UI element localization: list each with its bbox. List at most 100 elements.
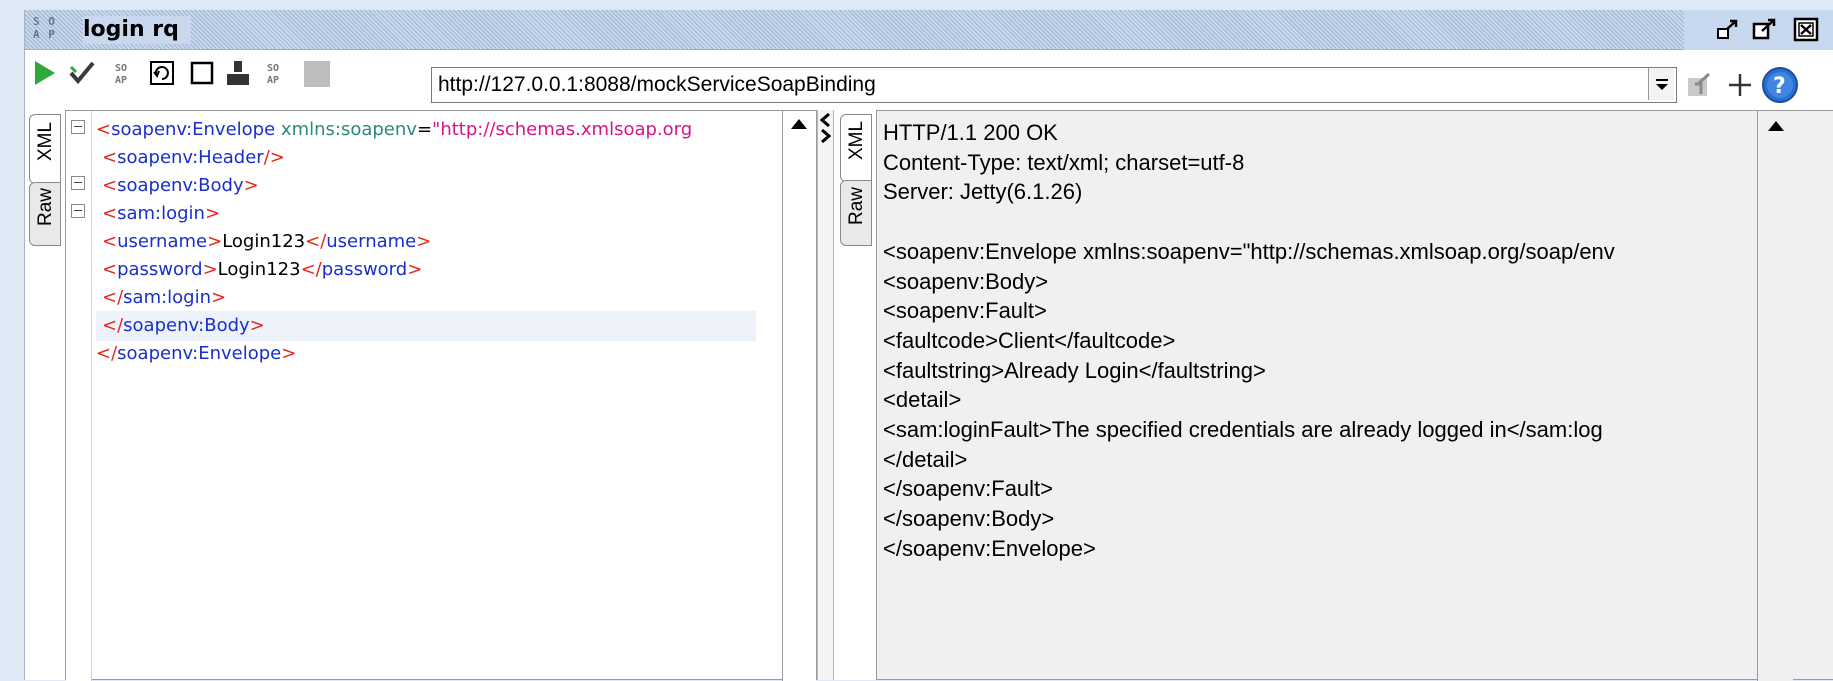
soap-icon[interactable]: SO AP [109,58,139,88]
request-window: S OA P login rq SO AP SO AP http://127.0… [24,10,1833,681]
code-token: < [102,259,118,280]
code-token: soapenv:Body [117,175,244,196]
code-token: soapenv:Body [123,315,250,336]
code-token: > [407,259,423,280]
code-token: username [326,231,417,252]
window-controls [1684,10,1833,50]
response-line: </soapenv:Envelope> [883,535,1096,561]
code-token: soapenv:Header [117,147,264,168]
code-token: < [102,147,118,168]
tab-response-xml[interactable]: XML [840,114,872,182]
scroll-up-icon[interactable] [791,119,807,129]
response-pane: XML Raw HTTP/1.1 200 OK Content-Type: tex… [834,110,1833,681]
request-code-line[interactable]: </soapenv:Envelope> [96,339,756,369]
code-token: > [211,287,227,308]
response-view-tabs: XML Raw [840,110,872,680]
request-code-line[interactable]: <soapenv:Envelope xmlns:soapenv="http://… [96,115,756,145]
soap-logo-icon: S OA P [33,15,56,41]
scroll-up-icon[interactable] [1768,121,1784,131]
square-icon[interactable] [187,58,217,88]
tab-response-raw[interactable]: Raw [840,180,872,246]
code-token: > [416,231,432,252]
code-token: sam:login [123,287,212,308]
collapse-envelope-icon[interactable] [71,120,85,134]
tab-label: Raw [846,186,867,225]
code-token: > [207,231,223,252]
request-code-line[interactable]: </soapenv:Body> [96,311,756,341]
code-token: Login123 [217,259,301,280]
code-token: > [243,175,259,196]
tab-request-xml[interactable]: XML [29,114,61,184]
splitter-arrows-icon[interactable] [819,112,833,146]
tab-label: XML [846,120,867,160]
code-token: /> [263,147,285,168]
code-token: </ [102,287,124,308]
plus-icon[interactable] [1725,70,1755,100]
help-icon[interactable]: ? [1761,66,1799,104]
code-token: > [249,315,265,336]
close-icon[interactable] [1792,17,1822,43]
fold-gutter [66,111,92,681]
response-scrollbar[interactable] [1757,111,1793,681]
check-icon[interactable] [67,58,97,88]
url-dropdown-button[interactable] [1648,68,1674,100]
collapse-body-icon[interactable] [71,176,85,190]
code-token: = [416,119,433,140]
play-icon[interactable] [29,58,59,88]
code-token: > [202,259,218,280]
soap-icon[interactable]: SO AP [261,58,291,88]
code-token: </ [300,259,322,280]
code-token: < [102,231,118,252]
minimize-icon[interactable] [1714,17,1744,43]
code-token: xmlns:soapenv [280,119,417,140]
code-token: </ [102,315,124,336]
settings-icon[interactable] [1685,70,1717,100]
maximize-icon[interactable] [1750,17,1780,43]
tab-label: XML [35,121,56,161]
endpoint-url-input[interactable]: http://127.0.0.1:8088/mockServiceSoapBin… [438,68,876,102]
user-icon[interactable] [223,58,253,88]
response-raw-editor[interactable]: HTTP/1.1 200 OK Content-Type: text/xml; c… [876,110,1833,681]
request-code-line[interactable]: <soapenv:Body> [96,171,756,201]
collapse-login-icon[interactable] [71,204,85,218]
refresh-icon[interactable] [147,58,177,88]
code-token: password [321,259,408,280]
chevron-down-icon [1656,79,1668,90]
code-token: sam:login [117,203,205,224]
request-pane: XML Raw <soapenv:Envelope xmlns:soapenv=… [25,110,817,681]
code-token: soapenv:Envelope [111,119,276,140]
stop-icon[interactable] [301,58,331,88]
code-token: Login123 [222,231,306,252]
request-scrollbar[interactable] [782,111,816,681]
request-code-line[interactable]: <username>Login123</username> [96,227,756,257]
request-view-tabs: XML Raw [29,110,61,680]
svg-text:?: ? [1773,74,1786,99]
app-background: S OA P login rq SO AP SO AP http://127.0… [0,0,1833,681]
code-token: > [281,343,297,364]
tab-request-raw[interactable]: Raw [29,182,61,246]
request-code-line[interactable]: <sam:login> [96,199,756,229]
pane-splitter[interactable] [817,110,834,680]
code-token: < [96,119,112,140]
code-token: username [117,231,208,252]
code-token: "http://schemas.xmlsoap.org [432,119,693,140]
title-bar[interactable]: S OA P login rq [25,10,1833,50]
code-token: < [102,203,118,224]
tab-label: Raw [35,187,56,226]
code-token: </ [96,343,118,364]
endpoint-url-combobox[interactable]: http://127.0.0.1:8088/mockServiceSoapBin… [431,67,1677,103]
svg-text:AP: AP [115,75,127,86]
window-title: login rq [83,16,191,44]
request-code-line[interactable]: <password>Login123</password> [96,255,756,285]
svg-text:SO: SO [267,63,279,74]
request-code-line[interactable]: </sam:login> [96,283,756,313]
request-code-line[interactable]: <soapenv:Header/> [96,143,756,173]
code-token: </ [305,231,327,252]
code-token: > [204,203,221,224]
code-token: < [102,175,118,196]
code-token: password [117,259,203,280]
request-xml-editor[interactable]: <soapenv:Envelope xmlns:soapenv="http://… [65,110,817,681]
svg-text:SO: SO [115,63,127,74]
svg-text:AP: AP [267,75,279,86]
code-token: soapenv:Envelope [117,343,282,364]
